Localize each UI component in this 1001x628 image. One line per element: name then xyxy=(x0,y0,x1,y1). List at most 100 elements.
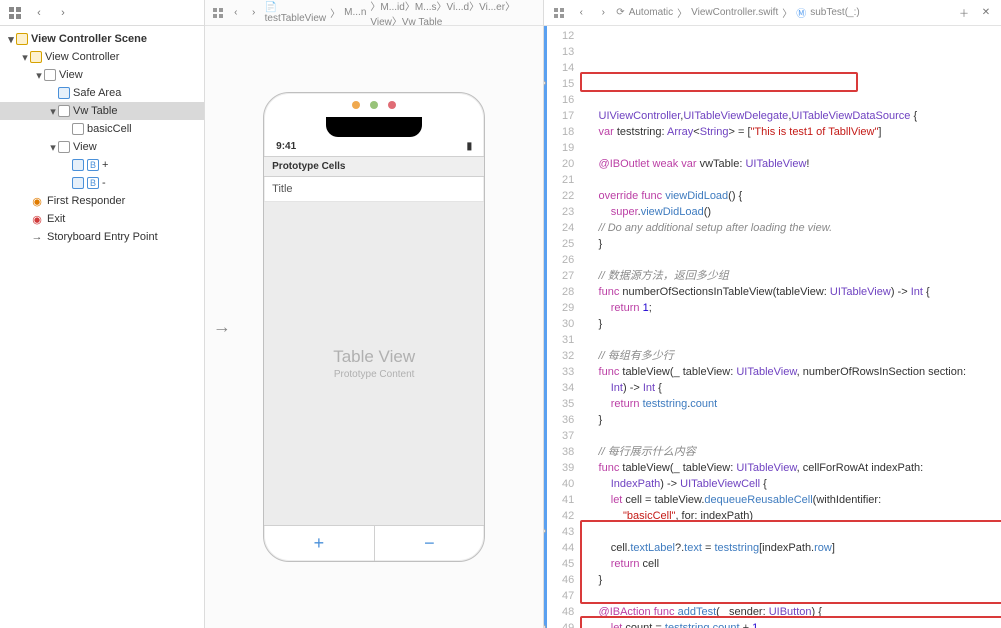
line-number[interactable]: 26 xyxy=(547,252,574,268)
breadcrumb-item[interactable]: Vi...er xyxy=(479,2,505,13)
code-line[interactable]: super.viewDidLoad() xyxy=(586,204,995,220)
code-line[interactable]: @IBAction func addTest(_ sender: UIButto… xyxy=(586,604,995,620)
code-line[interactable]: } xyxy=(586,236,995,252)
code-line[interactable] xyxy=(586,140,995,156)
code-line[interactable]: func numberOfSectionsInTableView(tableVi… xyxy=(586,284,995,300)
disclosure-icon[interactable]: ▾ xyxy=(34,69,44,82)
outline-row[interactable]: basicCell xyxy=(0,120,204,138)
outline-row[interactable]: Safe Area xyxy=(0,84,204,102)
code-line[interactable]: } xyxy=(586,412,995,428)
line-number[interactable]: 41 xyxy=(547,492,574,508)
code-line[interactable] xyxy=(586,588,995,604)
breadcrumb-project[interactable]: 📄 testTableView xyxy=(265,2,327,24)
grid-icon[interactable] xyxy=(6,4,24,22)
line-number[interactable]: 39 xyxy=(547,460,574,476)
code-line[interactable]: cell.textLabel?.text = teststring[indexP… xyxy=(586,540,995,556)
line-number[interactable]: 45 xyxy=(547,556,574,572)
line-number[interactable]: 36 xyxy=(547,412,574,428)
connection-indicator-icon[interactable] xyxy=(544,77,547,88)
outline-row[interactable]: B+ xyxy=(0,156,204,174)
code-line[interactable]: IndexPath) -> UITableViewCell { xyxy=(586,476,995,492)
entry-point-arrow-icon[interactable]: → xyxy=(213,317,231,338)
line-number[interactable]: 38 xyxy=(547,444,574,460)
related-items-icon[interactable] xyxy=(550,4,568,22)
line-number[interactable]: 14 xyxy=(547,60,574,76)
disclosure-icon[interactable]: ▾ xyxy=(48,105,58,118)
outline-row[interactable]: ▾View Controller xyxy=(0,48,204,66)
nav-back-icon[interactable]: ‹ xyxy=(572,4,590,22)
breadcrumb-item[interactable]: Vi...d xyxy=(447,2,470,13)
line-number[interactable]: 35 xyxy=(547,396,574,412)
code-line[interactable] xyxy=(586,172,995,188)
code-line[interactable]: @IBOutlet weak var vwTable: UITableView! xyxy=(586,156,995,172)
line-number[interactable]: 13 xyxy=(547,44,574,60)
code-line[interactable]: let count = teststring.count + 1 xyxy=(586,620,995,628)
line-number[interactable]: 49 xyxy=(547,620,574,628)
nav-back-icon[interactable]: ‹ xyxy=(229,4,243,22)
line-number[interactable]: 44 xyxy=(547,540,574,556)
canvas-body[interactable]: → 9:41 ▮ Prototype Cells Title Table Vie xyxy=(205,26,543,628)
line-number[interactable]: 17 xyxy=(547,108,574,124)
outline-row[interactable]: B- xyxy=(0,174,204,192)
disclosure-icon[interactable]: ▾ xyxy=(48,141,58,154)
table-view-body[interactable]: Table View Prototype Content xyxy=(264,202,484,525)
line-number[interactable]: 15 xyxy=(547,76,574,92)
outline-row[interactable]: ◉First Responder xyxy=(0,192,204,210)
code-line[interactable] xyxy=(586,332,995,348)
line-number[interactable]: 37 xyxy=(547,428,574,444)
prototype-cell[interactable]: Title xyxy=(264,177,484,202)
outline-row[interactable]: ▾View xyxy=(0,66,204,84)
scene-row[interactable]: ▾ View Controller Scene xyxy=(0,30,204,48)
editor-symbol[interactable]: subTest(_:) xyxy=(810,7,859,18)
code-line[interactable] xyxy=(586,524,995,540)
code-line[interactable]: return 1; xyxy=(586,300,995,316)
code-line[interactable]: UIViewController,UITableViewDelegate,UIT… xyxy=(586,108,995,124)
line-number[interactable]: 25 xyxy=(547,236,574,252)
code-line[interactable]: override func viewDidLoad() { xyxy=(586,188,995,204)
line-number[interactable]: 46 xyxy=(547,572,574,588)
line-number[interactable]: 19 xyxy=(547,140,574,156)
nav-forward-icon[interactable]: › xyxy=(54,4,72,22)
nav-back-icon[interactable]: ‹ xyxy=(30,4,48,22)
related-items-icon[interactable] xyxy=(211,4,225,22)
nav-forward-icon[interactable]: › xyxy=(247,4,261,22)
code-line[interactable]: let cell = tableView.dequeueReusableCell… xyxy=(586,492,995,508)
connection-indicator-icon[interactable] xyxy=(544,525,547,536)
subtract-button[interactable]: − xyxy=(374,526,485,561)
code-line[interactable]: func tableView(_ tableView: UITableView,… xyxy=(586,364,995,380)
line-number[interactable]: 21 xyxy=(547,172,574,188)
line-number[interactable]: 28 xyxy=(547,284,574,300)
code-line[interactable]: func tableView(_ tableView: UITableView,… xyxy=(586,460,995,476)
line-number[interactable]: 18 xyxy=(547,124,574,140)
code-line[interactable]: Int) -> Int { xyxy=(586,380,995,396)
code-line[interactable] xyxy=(586,252,995,268)
line-number[interactable]: 42 xyxy=(547,508,574,524)
line-number[interactable]: 31 xyxy=(547,332,574,348)
add-button[interactable]: + xyxy=(264,526,374,561)
line-number[interactable]: 24 xyxy=(547,220,574,236)
code-line[interactable]: // 每行展示什么内容 xyxy=(586,444,995,460)
line-number[interactable]: 34 xyxy=(547,380,574,396)
line-number[interactable]: 12 xyxy=(547,28,574,44)
line-number[interactable]: 29 xyxy=(547,300,574,316)
nav-forward-icon[interactable]: › xyxy=(594,4,612,22)
code-line[interactable]: // 数据源方法，返回多少组 xyxy=(586,268,995,284)
code-line[interactable]: } xyxy=(586,316,995,332)
code-line[interactable]: var teststring: Array<String> = ["This i… xyxy=(586,124,995,140)
line-number[interactable]: 33 xyxy=(547,364,574,380)
breadcrumb-file[interactable]: M...n xyxy=(344,7,366,18)
line-number[interactable]: 22 xyxy=(547,188,574,204)
add-editor-icon[interactable]: ＋ xyxy=(955,4,973,22)
line-number[interactable]: 16 xyxy=(547,92,574,108)
code-line[interactable]: return teststring.count xyxy=(586,396,995,412)
outline-row[interactable]: ▾Vw Table xyxy=(0,102,204,120)
code-line[interactable]: return cell xyxy=(586,556,995,572)
breadcrumb-item[interactable]: M...id xyxy=(380,2,404,13)
line-number[interactable]: 23 xyxy=(547,204,574,220)
code-line[interactable]: // Do any additional setup after loading… xyxy=(586,220,995,236)
editor-file[interactable]: ViewController.swift xyxy=(691,7,778,18)
outline-row[interactable]: ◉Exit xyxy=(0,210,204,228)
line-number[interactable]: 40 xyxy=(547,476,574,492)
code-line[interactable]: "basicCell", for: indexPath) xyxy=(586,508,995,524)
line-number[interactable]: 48 xyxy=(547,604,574,620)
